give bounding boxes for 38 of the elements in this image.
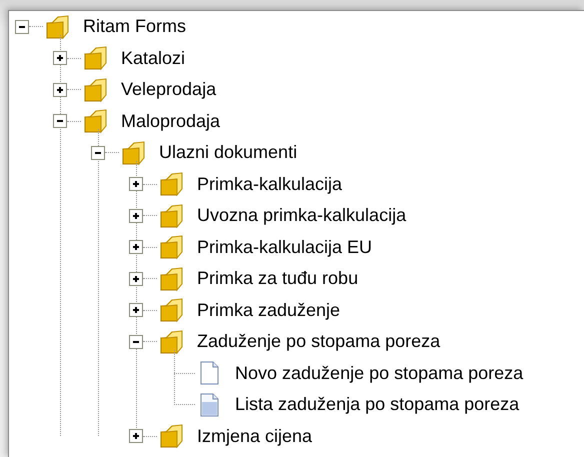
folder-icon [158, 423, 184, 450]
expand-icon[interactable] [129, 208, 143, 223]
collapse-icon[interactable] [15, 20, 29, 34]
tree-item[interactable]: Ritam Forms [83, 16, 186, 38]
collapse-icon[interactable] [53, 114, 67, 128]
tree-item[interactable]: Ulazni dokumenti [159, 142, 298, 164]
expand-icon[interactable] [129, 240, 143, 254]
collapse-icon[interactable] [91, 146, 105, 160]
folder-icon [158, 297, 184, 324]
tree-item[interactable]: Katalozi [121, 48, 186, 69]
folder-icon [82, 45, 108, 72]
tree-item[interactable]: Primka za tuđu robu [197, 268, 358, 290]
expand-icon[interactable] [53, 51, 67, 66]
folder-icon [158, 234, 184, 260]
tree-item[interactable]: Primka-kalkulacija EU [197, 236, 372, 258]
tree-item[interactable]: Novo zaduženje po stopama poreza [235, 362, 524, 384]
tree-item[interactable]: Primka-kalkulacija [197, 174, 342, 195]
tree-item[interactable]: Zaduženje po stopama poreza [197, 331, 440, 352]
folder-icon [158, 266, 184, 292]
tree-item[interactable]: Lista zaduženja po stopama poreza [235, 394, 520, 416]
expand-icon[interactable] [53, 82, 67, 97]
folder-icon [158, 202, 184, 229]
folder-icon [158, 328, 184, 355]
folder-icon [120, 140, 146, 166]
expand-icon[interactable] [129, 177, 143, 192]
collapse-icon[interactable] [129, 334, 143, 349]
expand-icon[interactable] [129, 303, 143, 318]
tree-item[interactable]: Veleprodaja [121, 79, 216, 100]
tree-item[interactable]: Izmjena cijena [197, 426, 312, 447]
tree-item[interactable]: Primka zaduženje [197, 300, 340, 321]
folder-icon [82, 76, 108, 103]
folder-icon [158, 171, 184, 198]
tree-item[interactable]: Maloprodaja [121, 110, 220, 132]
tree-item[interactable]: Uvozna primka-kalkulacija [197, 205, 406, 226]
expand-icon[interactable] [129, 272, 143, 286]
folder-icon [44, 14, 70, 40]
folder-icon [82, 108, 108, 134]
expand-icon[interactable] [129, 429, 143, 444]
